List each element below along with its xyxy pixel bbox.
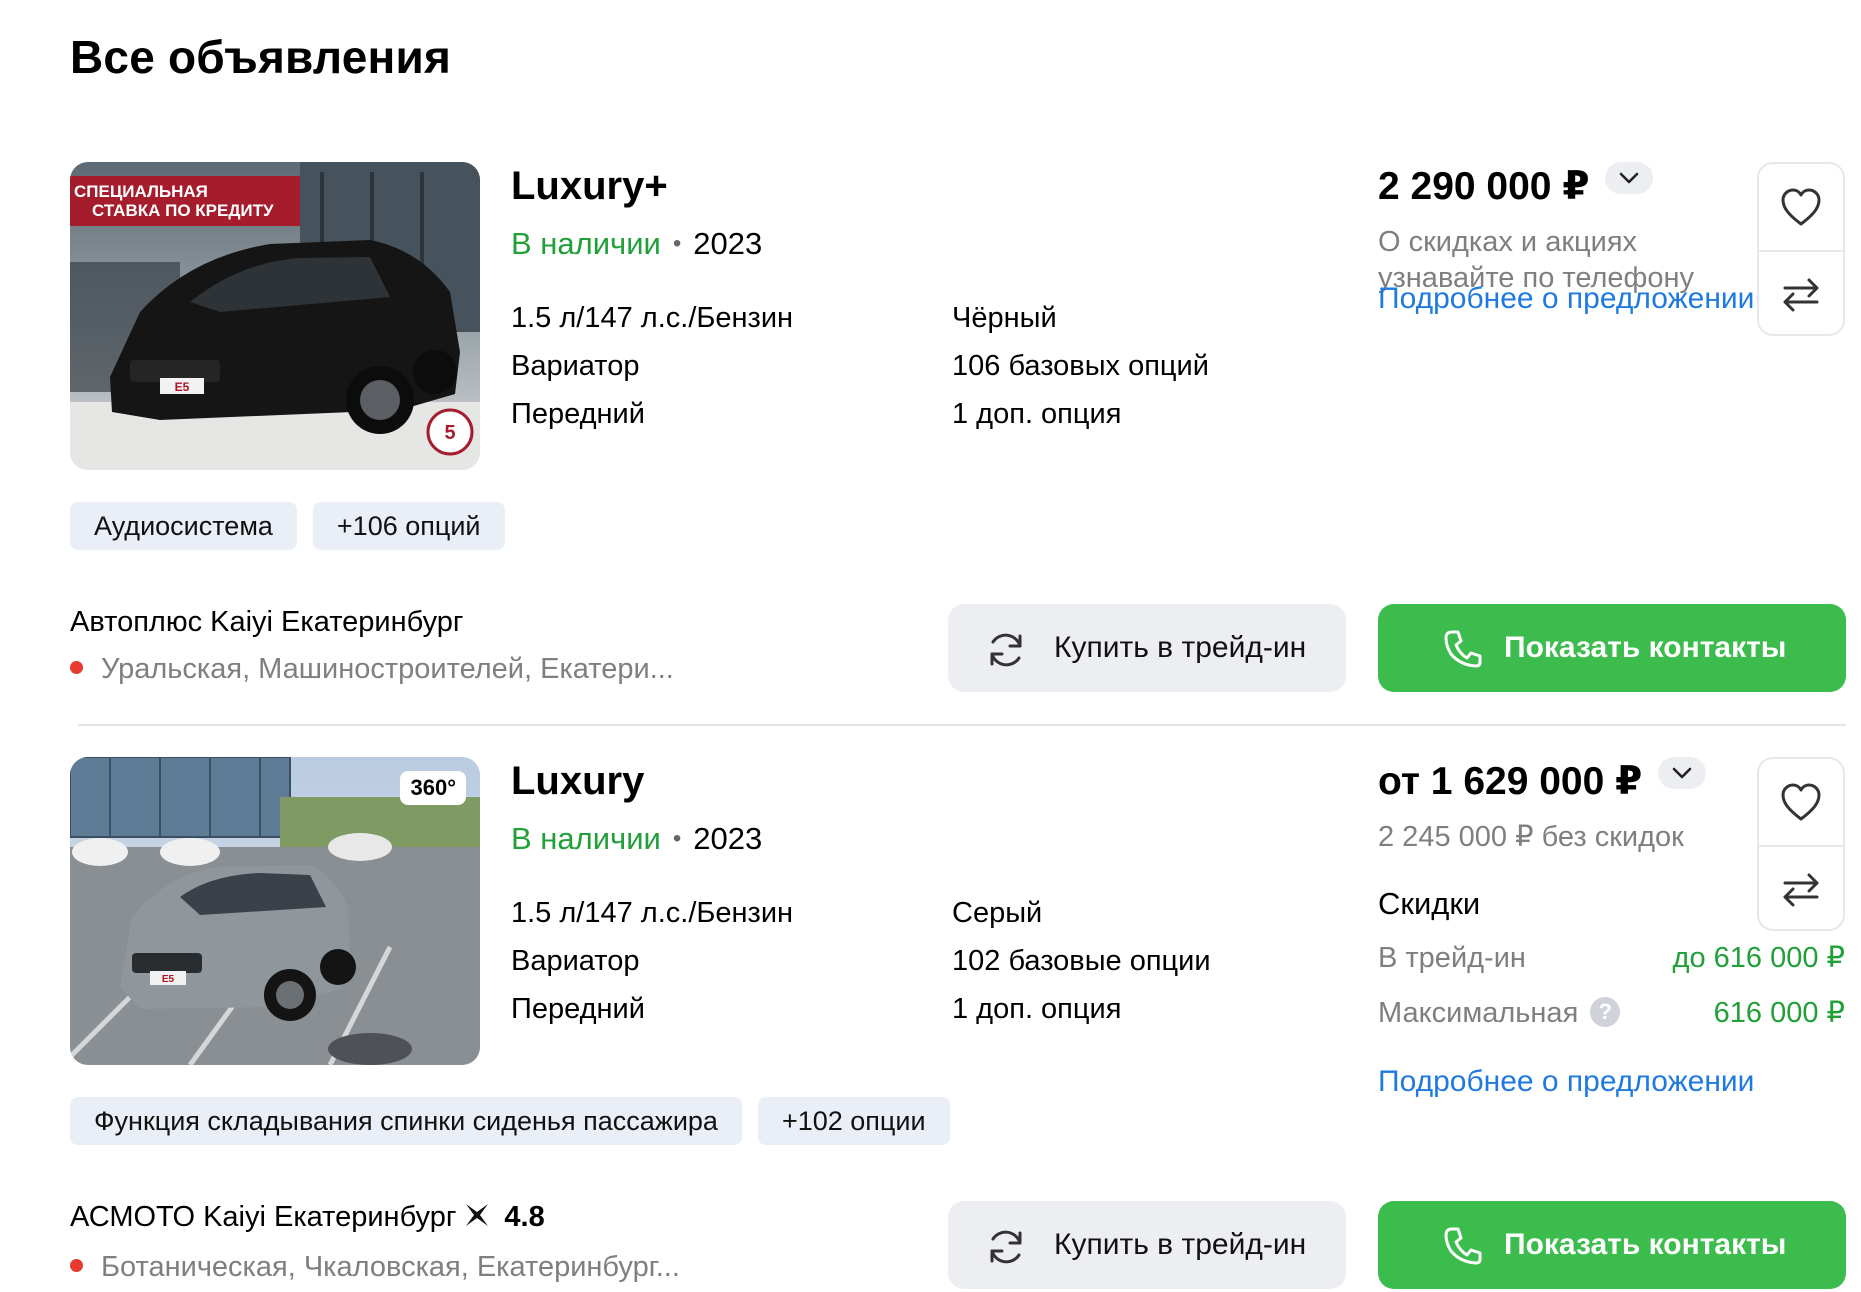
spec-extra-options: 1 доп. опция (952, 398, 1122, 430)
offer-details-link[interactable]: Подробнее о предложении (1378, 282, 1754, 316)
metro-dot-icon (70, 661, 83, 674)
phone-icon (1444, 1227, 1482, 1265)
spec-color: Чёрный (952, 302, 1057, 334)
spec-base-options: 102 базовые опции (952, 945, 1211, 977)
stock-line: В наличии • 2023 (511, 224, 762, 264)
price-details-toggle[interactable] (1658, 757, 1707, 789)
discount-row-trade-in: В трейд-ин до 616 000 ₽ (1378, 942, 1845, 974)
page-title: Все объявления (70, 31, 452, 83)
option-tags: Аудиосистема +106 опций (70, 502, 521, 550)
chevron-down-icon (1620, 172, 1639, 184)
option-tag[interactable]: Функция складывания спинки сиденья пасса… (70, 1097, 742, 1145)
more-options-tag[interactable]: +102 опции (757, 1097, 950, 1145)
discount-row-maximum: Максимальная? 616 000 ₽ (1378, 997, 1845, 1029)
listing-title[interactable]: Luxury (511, 757, 644, 805)
card-actions (1757, 162, 1845, 336)
listing-divider (78, 724, 1846, 726)
price-without-discount: 2 245 000 ₽ без скидок (1378, 821, 1684, 853)
rating-star-icon (462, 1200, 492, 1241)
dealer-rating: 4.8 (504, 1201, 545, 1233)
offer-details-link[interactable]: Подробнее о предложении (1378, 1065, 1754, 1099)
specs-options-column: Серый 102 базовые опции 1 доп. опция (952, 889, 1211, 1033)
chevron-down-icon (1672, 767, 1692, 779)
refresh-icon (990, 1230, 1022, 1264)
separator-dot: • (672, 825, 682, 852)
car-photo[interactable]: E5 360° (70, 757, 480, 1065)
spec-transmission: Вариатор (511, 350, 640, 382)
svg-text:E5: E5 (162, 974, 175, 985)
compare-button[interactable] (1759, 250, 1843, 336)
refresh-icon (990, 633, 1022, 667)
price-details-toggle[interactable] (1605, 162, 1654, 194)
model-year: 2023 (693, 821, 763, 856)
heart-icon (1781, 188, 1821, 226)
spec-color: Серый (952, 897, 1043, 929)
price: от 1 629 000 ₽ (1378, 757, 1707, 806)
discounts-title: Скидки (1378, 886, 1481, 921)
metro-dot-icon (70, 1259, 83, 1272)
compare-arrows-icon (1783, 278, 1819, 312)
option-tag[interactable]: Аудиосистема (70, 502, 297, 550)
card-actions (1757, 757, 1845, 931)
favorite-button[interactable] (1759, 759, 1843, 845)
dealer-name[interactable]: Автоплюс Kaiyi Екатеринбург (70, 602, 463, 642)
car-photo[interactable]: E5 5 СПЕЦИАЛЬНАЯ СТАВКА ПО КРЕДИТУ (70, 162, 480, 470)
availability-status: В наличии (511, 821, 661, 856)
svg-text:E5: E5 (175, 380, 190, 394)
spec-drive: Передний (511, 993, 645, 1025)
dealer-address: Уральская, Машиностроителей, Екатери... (70, 649, 674, 689)
promo-banner: СПЕЦИАЛЬНАЯ СТАВКА ПО КРЕДИТУ (70, 176, 300, 226)
spec-transmission: Вариатор (511, 945, 640, 977)
help-icon[interactable]: ? (1590, 997, 1621, 1027)
spec-extra-options: 1 доп. опция (952, 993, 1122, 1025)
model-year: 2023 (693, 226, 763, 261)
spec-base-options: 106 базовых опций (952, 350, 1209, 382)
trade-in-button[interactable]: Купить в трейд-ин (948, 1201, 1346, 1289)
separator-dot: • (672, 230, 682, 257)
view-360-badge[interactable]: 360° (400, 771, 466, 805)
svg-text:5: 5 (444, 422, 455, 444)
option-tags: Функция складывания спинки сиденья пасса… (70, 1097, 966, 1145)
specs-engine-column: 1.5 л/147 л.с./Бензин Вариатор Передний (511, 889, 793, 1033)
stock-line: В наличии • 2023 (511, 819, 762, 859)
specs-engine-column: 1.5 л/147 л.с./Бензин Вариатор Передний (511, 294, 793, 438)
spec-engine: 1.5 л/147 л.с./Бензин (511, 897, 794, 929)
trade-in-button[interactable]: Купить в трейд-ин (948, 604, 1346, 692)
favorite-button[interactable] (1759, 164, 1843, 250)
compare-button[interactable] (1759, 845, 1843, 931)
compare-arrows-icon (1783, 873, 1819, 907)
price: 2 290 000 ₽ (1378, 162, 1654, 211)
dealer-name[interactable]: АСМОТО Kaiyi Екатеринбург 4.8 (70, 1197, 545, 1241)
more-options-tag[interactable]: +106 опций (312, 502, 505, 550)
show-contacts-button[interactable]: Показать контакты (1378, 604, 1846, 692)
spec-drive: Передний (511, 398, 645, 430)
availability-status: В наличии (511, 226, 661, 261)
specs-options-column: Чёрный 106 базовых опций 1 доп. опция (952, 294, 1209, 438)
heart-icon (1781, 783, 1821, 821)
listing-title[interactable]: Luxury+ (511, 162, 668, 210)
phone-icon (1444, 630, 1482, 668)
show-contacts-button[interactable]: Показать контакты (1378, 1201, 1846, 1289)
spec-engine: 1.5 л/147 л.с./Бензин (511, 302, 794, 334)
dealer-address: Ботаническая, Чкаловская, Екатеринбург..… (70, 1247, 680, 1287)
